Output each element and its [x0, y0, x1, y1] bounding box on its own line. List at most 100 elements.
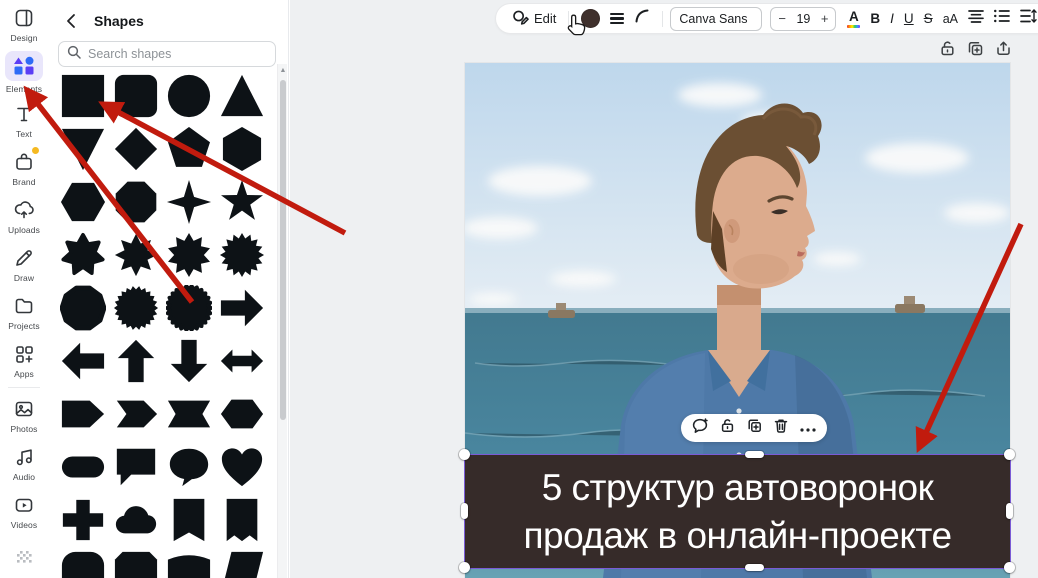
lock-page-button[interactable] — [938, 41, 957, 60]
resize-handle-bottom-right[interactable] — [1004, 562, 1015, 573]
bold-button[interactable]: B — [865, 6, 885, 32]
alignment-button[interactable] — [963, 6, 989, 32]
sidebar-item-audio[interactable]: Audio — [0, 439, 48, 487]
font-size-decrease[interactable]: − — [778, 11, 786, 26]
fill-color-button[interactable] — [576, 6, 605, 32]
shape-burst-10[interactable] — [165, 231, 213, 279]
shape-cut-corner-square[interactable] — [112, 549, 160, 578]
shape-hexagon-flat[interactable] — [59, 178, 107, 226]
design-icon — [12, 6, 36, 30]
sidebar-item-elements[interactable]: Elements — [0, 48, 48, 96]
back-button[interactable] — [62, 11, 82, 31]
resize-handle-right[interactable] — [1006, 503, 1013, 519]
shape-star-7[interactable] — [59, 231, 107, 279]
more-element-options-button[interactable] — [798, 418, 818, 438]
resize-handle-top-left[interactable] — [459, 449, 470, 460]
shape-octagon[interactable] — [112, 178, 160, 226]
sidebar-item-brand[interactable]: Brand — [0, 144, 48, 192]
shape-burst-16[interactable] — [218, 231, 266, 279]
shape-circle[interactable] — [165, 72, 213, 120]
curve-button[interactable] — [629, 6, 655, 32]
shape-arrow-right[interactable] — [218, 284, 266, 332]
strikethrough-button[interactable]: S — [919, 6, 938, 32]
shape-scallop-circle[interactable] — [165, 284, 213, 332]
duplicate-page-button[interactable] — [966, 41, 985, 60]
comment-button[interactable] — [690, 418, 710, 438]
font-size-increase[interactable]: + — [821, 11, 829, 26]
shape-banner-swallowtail[interactable] — [218, 496, 266, 544]
shape-arrow-left-right[interactable] — [218, 337, 266, 385]
text-case-button[interactable]: aA — [938, 6, 963, 32]
scroll-up-arrow[interactable]: ▲ — [279, 67, 287, 75]
line-spacing-icon — [1020, 9, 1037, 28]
shape-heart[interactable] — [218, 443, 266, 491]
shape-star-8[interactable] — [112, 231, 160, 279]
text-color-button[interactable]: A — [842, 6, 865, 32]
sidebar-item-photos[interactable]: Photos — [0, 391, 48, 439]
title-textbox[interactable]: 5 структур автоворонок продаж в онлайн-п… — [465, 455, 1010, 568]
sidebar-item-apps[interactable]: Apps — [0, 336, 48, 384]
sidebar-divider — [8, 387, 40, 388]
audio-icon — [12, 445, 36, 469]
search-box[interactable] — [58, 41, 276, 67]
resize-handle-bottom[interactable] — [745, 564, 764, 571]
shape-cloud[interactable] — [112, 496, 160, 544]
shape-speech-bubble-square[interactable] — [112, 443, 160, 491]
shape-rounded-square-2[interactable] — [59, 549, 107, 578]
shape-decagon[interactable] — [59, 284, 107, 332]
lock-element-button[interactable] — [717, 418, 737, 438]
shape-arrow-up[interactable] — [112, 337, 160, 385]
font-size-value[interactable]: 19 — [796, 12, 810, 26]
edit-label: Edit — [534, 11, 556, 26]
font-family-select[interactable]: Canva Sans — [670, 7, 762, 31]
shape-arrow-left[interactable] — [59, 337, 107, 385]
resize-handle-bottom-left[interactable] — [459, 562, 470, 573]
shape-star-5[interactable] — [218, 178, 266, 226]
border-style-button[interactable] — [605, 6, 629, 32]
scrollbar-thumb[interactable] — [280, 80, 286, 420]
shape-square[interactable] — [59, 72, 107, 120]
shape-arrow-down[interactable] — [165, 337, 213, 385]
sidebar-item-textures[interactable] — [0, 535, 48, 578]
shape-rounded-square[interactable] — [112, 72, 160, 120]
shape-hexagon-wide[interactable] — [218, 390, 266, 438]
duplicate-element-button[interactable] — [744, 418, 764, 438]
spacing-button[interactable] — [1015, 6, 1038, 32]
shape-diamond[interactable] — [112, 125, 160, 173]
shape-hexagon[interactable] — [218, 125, 266, 173]
shape-ribbon-banner[interactable] — [165, 390, 213, 438]
resize-handle-left[interactable] — [461, 503, 468, 519]
shape-curved-top-square[interactable] — [165, 549, 213, 578]
delete-element-button[interactable] — [771, 418, 791, 438]
resize-handle-top[interactable] — [745, 451, 764, 458]
sidebar-item-text[interactable]: Text — [0, 96, 48, 144]
duplicate-icon — [967, 40, 984, 62]
sidebar-item-uploads[interactable]: Uploads — [0, 192, 48, 240]
shape-triangle[interactable] — [218, 72, 266, 120]
resize-handle-top-right[interactable] — [1004, 449, 1015, 460]
shape-arrow-chevron[interactable] — [112, 390, 160, 438]
edit-image-button[interactable]: Edit — [507, 6, 561, 32]
list-button[interactable] — [989, 6, 1015, 32]
sidebar-item-videos[interactable]: Videos — [0, 487, 48, 535]
shape-banner-notch[interactable] — [165, 496, 213, 544]
sidebar-item-design[interactable]: Design — [0, 0, 48, 48]
shape-banner-pointed[interactable] — [59, 390, 107, 438]
shape-pill[interactable] — [59, 443, 107, 491]
shape-parallelogram[interactable] — [218, 549, 266, 578]
sidebar-item-draw[interactable]: Draw — [0, 240, 48, 288]
sidebar-item-projects[interactable]: Projects — [0, 288, 48, 336]
shape-speech-bubble-round[interactable] — [165, 443, 213, 491]
fill-color-swatch[interactable] — [581, 9, 600, 28]
italic-button[interactable]: I — [885, 6, 899, 32]
photos-icon — [12, 397, 36, 421]
shape-star-4[interactable] — [165, 178, 213, 226]
shape-pentagon[interactable] — [165, 125, 213, 173]
shape-triangle-down[interactable] — [59, 125, 107, 173]
shape-scallop-seal[interactable] — [112, 284, 160, 332]
add-page-button[interactable] — [994, 41, 1013, 60]
underline-button[interactable]: U — [899, 6, 919, 32]
panel-scrollbar[interactable]: ▲ — [277, 64, 287, 578]
search-input[interactable] — [88, 47, 267, 61]
shape-cross[interactable] — [59, 496, 107, 544]
